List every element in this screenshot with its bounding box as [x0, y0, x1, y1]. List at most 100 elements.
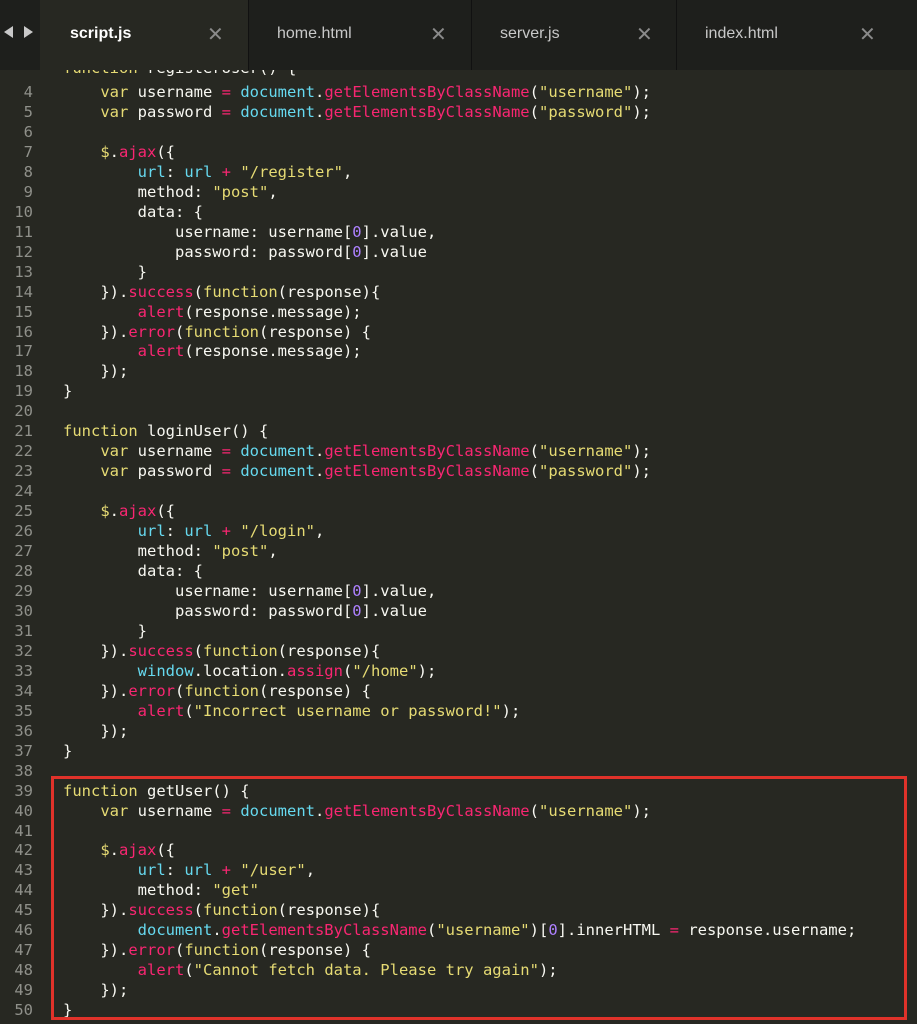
line-number: 43	[14, 861, 33, 880]
tab-bar: script.js ✕ home.html ✕ server.js ✕ inde…	[0, 0, 917, 70]
arrow-left-icon[interactable]	[4, 26, 13, 38]
code-text: window.location.assign("/home");	[137, 661, 437, 680]
code-text: var password = document.getElementsByCla…	[100, 102, 651, 121]
tab-label: home.html	[277, 25, 352, 42]
code-text: $.ajax({	[100, 142, 176, 161]
code-line: 29 username: username[0].value,	[0, 581, 917, 601]
code-text: }).success(function(response){	[63, 641, 381, 660]
code-line: 6	[0, 122, 917, 142]
line-number: 13	[14, 262, 33, 281]
line-number: 4	[23, 83, 33, 101]
line-number: 22	[14, 442, 33, 461]
close-icon[interactable]: ✕	[430, 25, 447, 45]
code-line: 26 url: url + "/login",	[0, 521, 917, 541]
tab-home-html[interactable]: home.html ✕	[249, 0, 472, 70]
line-number: 40	[14, 801, 33, 820]
line-number: 10	[14, 202, 33, 221]
code-line: 21 function loginUser() {	[0, 421, 917, 441]
code-text: }).success(function(response){	[63, 282, 381, 301]
line-number: 49	[14, 981, 33, 1000]
line-number: 19	[14, 382, 33, 401]
line-number: 41	[14, 821, 33, 840]
code-text: function registerUser() {	[63, 70, 296, 78]
code-line: 20	[0, 401, 917, 421]
code-line: 25 $.ajax({	[0, 501, 917, 521]
code-text: username: username[0].value,	[63, 582, 437, 600]
line-number: 24	[14, 482, 33, 501]
code-line: 23 var password = document.getElementsBy…	[0, 461, 917, 481]
code-line: 28 data: {	[0, 561, 917, 581]
line-number: 23	[14, 462, 33, 481]
code-text: });	[63, 362, 129, 381]
code-text: var username = document.getElementsByCla…	[100, 442, 651, 461]
code-text: method: "post",	[63, 542, 278, 561]
tab-server-js[interactable]: server.js ✕	[472, 0, 677, 70]
line-number: 35	[14, 701, 33, 720]
code-line: 13 }	[0, 262, 917, 282]
tab-nav-arrows	[0, 0, 40, 70]
code-text: password: password[0].value	[63, 601, 427, 620]
code-text: }).error(function(response) {	[63, 681, 371, 700]
tab-label: index.html	[705, 25, 778, 42]
code-line: 35 alert("Incorrect username or password…	[0, 701, 917, 721]
code-text: password: password[0].value	[63, 242, 427, 261]
line-number: 34	[14, 681, 33, 700]
code-line: 33 window.location.assign("/home");	[0, 661, 917, 681]
code-line: 8 url: url + "/register",	[0, 162, 917, 182]
line-number: 25	[14, 502, 33, 521]
arrow-right-icon[interactable]	[24, 26, 33, 38]
code-line: 10 data: {	[0, 202, 917, 222]
code-line: 7 $.ajax({	[0, 142, 917, 162]
line-number: 31	[14, 621, 33, 640]
close-icon[interactable]: ✕	[207, 25, 224, 45]
line-number: 7	[23, 142, 33, 161]
code-line: 37}	[0, 741, 917, 761]
code-text: }	[63, 741, 73, 760]
code-line: 4 var username = document.getElementsByC…	[0, 82, 917, 102]
code-line: 16 }).error(function(response) {	[0, 322, 917, 342]
code-line: 31 }	[0, 621, 917, 641]
line-number: 27	[14, 542, 33, 561]
line-number: 33	[14, 661, 33, 680]
code-text: url: url + "/login",	[137, 522, 325, 541]
line-number: 42	[14, 841, 33, 860]
code-text: var password = document.getElementsByCla…	[100, 462, 651, 481]
line-number: 44	[14, 881, 33, 900]
line-number: 32	[14, 641, 33, 660]
line-number: 18	[14, 362, 33, 381]
line-number: 8	[23, 162, 33, 181]
code-line: 22 var username = document.getElementsBy…	[0, 441, 917, 461]
code-line: 36 });	[0, 721, 917, 741]
line-number: 5	[23, 102, 33, 121]
close-icon[interactable]: ✕	[636, 25, 653, 45]
code-line: 14 }).success(function(response){	[0, 282, 917, 302]
line-number: 37	[14, 741, 33, 760]
line-number: 29	[14, 582, 33, 600]
line-number: 14	[14, 282, 33, 301]
code-text: }	[63, 382, 73, 401]
line-number: 26	[14, 522, 33, 541]
line-number: 45	[14, 901, 33, 920]
highlight-box	[51, 776, 907, 1020]
code-line: 11 username: username[0].value,	[0, 222, 917, 242]
code-line: 27 method: "post",	[0, 541, 917, 561]
code-text: username: username[0].value,	[63, 222, 437, 241]
code-line: 34 }).error(function(response) {	[0, 681, 917, 701]
code-line: 24	[0, 481, 917, 501]
code-line: 5 var password = document.getElementsByC…	[0, 102, 917, 122]
code-line: function registerUser() {	[0, 70, 917, 78]
code-text: data: {	[63, 562, 203, 581]
tab-script-js[interactable]: script.js ✕	[40, 0, 249, 70]
code-text: }	[63, 621, 147, 640]
code-text: }	[63, 262, 147, 281]
line-number: 39	[14, 781, 33, 800]
code-text: $.ajax({	[100, 502, 176, 521]
code-line: 17 alert(response.message);	[0, 341, 917, 361]
code-line: 9 method: "post",	[0, 182, 917, 202]
line-number: 6	[23, 122, 33, 141]
code-text: alert(response.message);	[137, 302, 362, 321]
code-text: });	[63, 721, 129, 740]
tab-index-html[interactable]: index.html ✕	[677, 0, 917, 70]
close-icon[interactable]: ✕	[859, 25, 876, 45]
code-text: alert(response.message);	[137, 342, 362, 361]
